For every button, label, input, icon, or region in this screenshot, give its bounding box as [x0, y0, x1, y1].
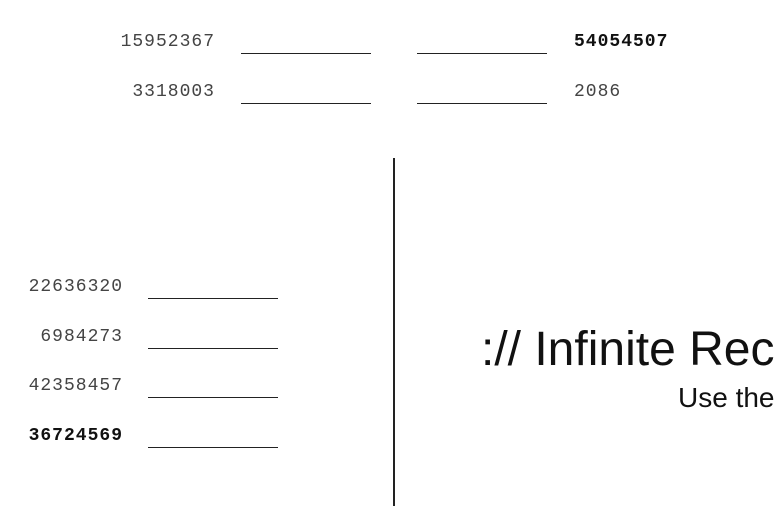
answer-blank[interactable]	[148, 348, 278, 349]
number-label: 54054507	[574, 32, 669, 52]
answer-blank[interactable]	[148, 447, 278, 448]
headline-text: :// Infinite Rec	[481, 323, 775, 376]
answer-blank[interactable]	[148, 298, 278, 299]
number-label: 42358457	[28, 376, 123, 396]
subline-text: Use the	[678, 382, 775, 413]
number-label: 22636320	[28, 277, 123, 297]
number-label: 15952367	[120, 32, 215, 52]
answer-blank[interactable]	[417, 53, 547, 54]
answer-blank[interactable]	[241, 103, 371, 104]
answer-blank[interactable]	[417, 103, 547, 104]
number-label: 3318003	[132, 82, 215, 102]
answer-blank[interactable]	[241, 53, 371, 54]
number-label: 2086	[574, 82, 622, 102]
answer-blank[interactable]	[148, 397, 278, 398]
vertical-divider	[393, 158, 395, 506]
number-label: 36724569	[28, 426, 123, 446]
number-label: 6984273	[40, 327, 123, 347]
